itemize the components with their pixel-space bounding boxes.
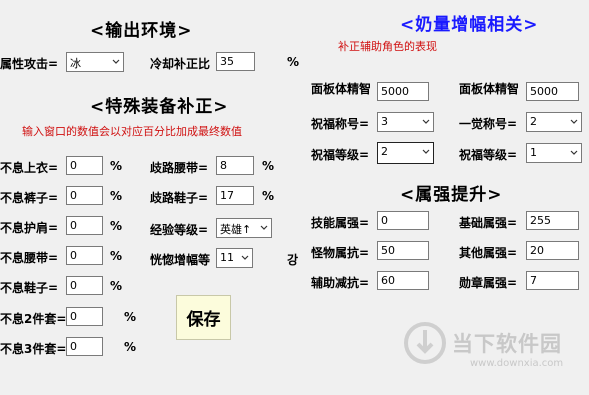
chevron-down-icon bbox=[570, 150, 578, 155]
monster-resist-label: 怪物属抗= bbox=[311, 246, 370, 260]
qilu-belt-unit: % bbox=[262, 159, 275, 173]
chevron-down-icon bbox=[422, 149, 430, 154]
gear-pants-input[interactable] bbox=[66, 186, 103, 205]
panel-stat-right-input[interactable] bbox=[526, 82, 579, 101]
buff-title: <奶量增幅相关> bbox=[400, 15, 539, 35]
gear-shoes-unit: % bbox=[110, 279, 123, 293]
element-boost-title: <属强提升> bbox=[400, 185, 503, 205]
bless-level2-select[interactable]: 1 bbox=[526, 143, 582, 163]
bless-title-value: 3 bbox=[381, 115, 388, 128]
element-attack-label: 属性攻击= bbox=[0, 57, 59, 71]
save-button[interactable]: 保存 bbox=[176, 295, 231, 340]
gear-set2-label: 不息2件套= bbox=[0, 312, 67, 326]
support-resist-input[interactable] bbox=[377, 271, 429, 290]
gear-top-label: 不息上衣= bbox=[0, 161, 59, 175]
qilu-shoes-unit: % bbox=[262, 189, 275, 203]
qilu-belt-label: 歧路腰带= bbox=[150, 161, 209, 175]
daze-boost-select[interactable]: 11 bbox=[216, 248, 253, 268]
chevron-down-icon bbox=[260, 225, 268, 230]
cooldown-label: 冷却补正比 bbox=[150, 57, 211, 71]
chevron-down-icon bbox=[570, 119, 578, 124]
special-gear-title: <特殊装备补正> bbox=[90, 97, 229, 117]
gear-top-unit: % bbox=[110, 159, 123, 173]
bless-title-select[interactable]: 3 bbox=[377, 112, 434, 132]
awaken-title-label: 一觉称号= bbox=[459, 117, 518, 131]
watermark-url: www.downxia.com bbox=[470, 358, 564, 369]
gear-set3-unit: % bbox=[124, 340, 137, 354]
buff-note: 补正辅助角色的表现 bbox=[338, 40, 437, 53]
watermark-logo-icon bbox=[404, 322, 446, 364]
daze-boost-label: 恍惚增幅等 bbox=[150, 253, 211, 267]
gear-set2-input[interactable] bbox=[66, 307, 103, 326]
bless-level2-label: 祝福等级= bbox=[459, 148, 518, 162]
gear-set3-input[interactable] bbox=[66, 337, 103, 356]
other-element-input[interactable] bbox=[526, 241, 579, 260]
exp-level-select[interactable]: 英雄↑ bbox=[216, 218, 272, 238]
qilu-shoes-input[interactable] bbox=[216, 186, 254, 205]
gear-shoes-input[interactable] bbox=[66, 276, 103, 295]
chevron-down-icon bbox=[422, 119, 430, 124]
exp-level-value: 英雄↑ bbox=[220, 223, 252, 236]
gear-pants-label: 不息裤子= bbox=[0, 191, 59, 205]
cooldown-unit: % bbox=[287, 55, 300, 69]
support-resist-label: 辅助减抗= bbox=[311, 276, 370, 290]
gear-top-input[interactable] bbox=[66, 156, 103, 175]
panel-stat-right-label: 面板体精智 bbox=[459, 82, 520, 96]
gear-belt-unit: % bbox=[110, 249, 123, 263]
gear-set2-unit: % bbox=[124, 310, 137, 324]
gear-pants-unit: % bbox=[110, 189, 123, 203]
gear-belt-label: 不息腰带= bbox=[0, 251, 59, 265]
panel-stat-left-label: 面板体精智 bbox=[311, 82, 372, 96]
gear-set3-label: 不息3件套= bbox=[0, 342, 67, 356]
awaken-title-value: 2 bbox=[530, 115, 537, 128]
bless-level-select[interactable]: 2 bbox=[377, 142, 434, 164]
gear-shoulder-unit: % bbox=[110, 219, 123, 233]
element-attack-value: 冰 bbox=[70, 57, 81, 70]
chevron-down-icon bbox=[241, 255, 249, 260]
base-element-label: 基础属强= bbox=[459, 216, 518, 230]
skill-element-label: 技能属强= bbox=[311, 216, 370, 230]
bless-level2-value: 1 bbox=[530, 146, 537, 159]
output-env-title: <输出环境> bbox=[90, 21, 193, 41]
chevron-down-icon bbox=[112, 59, 120, 64]
other-element-label: 其他属强= bbox=[459, 246, 518, 260]
qilu-belt-input[interactable] bbox=[216, 156, 254, 175]
bless-level-label: 祝福等级= bbox=[311, 148, 370, 162]
gear-shoes-label: 不息鞋子= bbox=[0, 281, 59, 295]
gear-shoulder-input[interactable] bbox=[66, 216, 103, 235]
base-element-input[interactable] bbox=[526, 211, 579, 230]
gear-note: 输入窗口的数值会以对应百分比加成最终数值 bbox=[22, 125, 242, 138]
monster-resist-input[interactable] bbox=[377, 241, 429, 260]
watermark-text: 当下软件园 bbox=[452, 332, 562, 356]
exp-level-label: 经验等级= bbox=[150, 223, 209, 237]
daze-boost-suffix: 강 bbox=[287, 253, 299, 267]
badge-element-input[interactable] bbox=[526, 271, 579, 290]
bless-level-value: 2 bbox=[381, 145, 388, 158]
gear-belt-input[interactable] bbox=[66, 246, 103, 265]
gear-shoulder-label: 不息护肩= bbox=[0, 221, 59, 235]
daze-boost-value: 11 bbox=[220, 251, 234, 264]
awaken-title-select[interactable]: 2 bbox=[526, 112, 582, 132]
bless-title-label: 祝福称号= bbox=[311, 117, 370, 131]
panel-stat-left-input[interactable] bbox=[377, 82, 429, 101]
badge-element-label: 勋章属强= bbox=[459, 276, 518, 290]
cooldown-input[interactable] bbox=[216, 52, 255, 71]
qilu-shoes-label: 歧路鞋子= bbox=[150, 191, 209, 205]
element-attack-select[interactable]: 冰 bbox=[66, 52, 124, 72]
skill-element-input[interactable] bbox=[377, 211, 429, 230]
